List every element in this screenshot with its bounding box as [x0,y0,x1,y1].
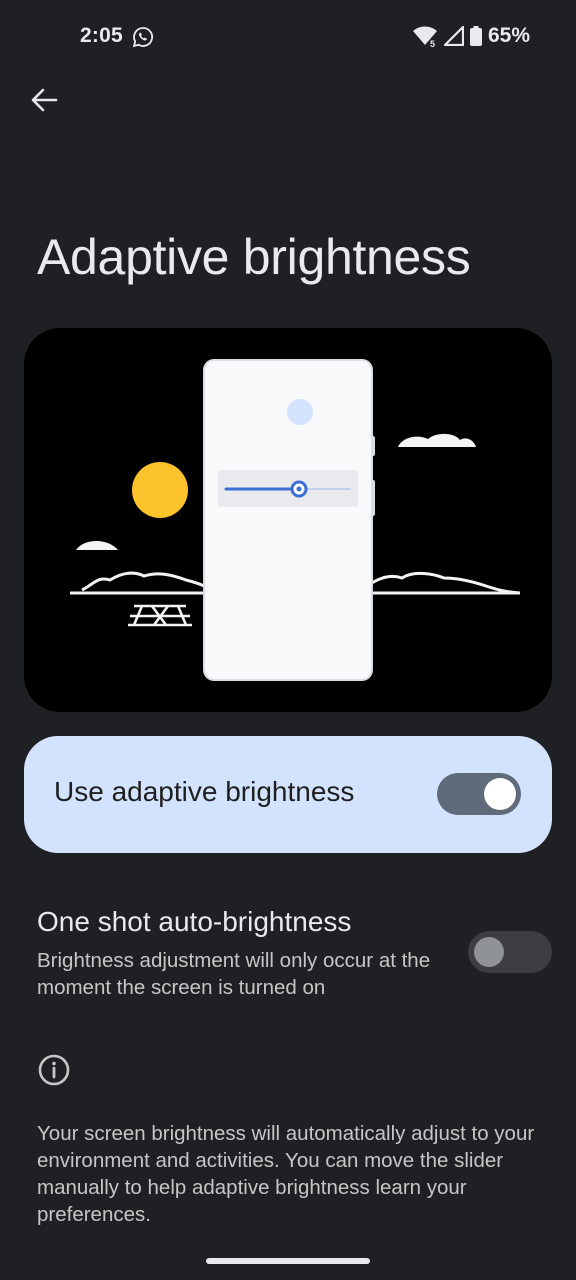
adaptive-brightness-label: Use adaptive brightness [54,776,355,807]
cloud-icon [76,541,118,550]
battery-percentage: 65% [487,24,530,47]
battery-icon [469,26,482,46]
gesture-nav-handle[interactable] [206,1258,370,1264]
adaptive-brightness-row[interactable]: Use adaptive brightness [24,736,552,853]
whatsapp-icon [132,27,154,48]
toggle-knob [484,778,516,810]
one-shot-title: One shot auto-brightness [37,906,352,937]
toggle-knob [474,937,504,967]
one-shot-toggle[interactable] [468,931,552,973]
illustration-art [70,359,521,681]
page-title: Adaptive brightness [37,229,471,285]
network-badge: 5 [430,39,435,47]
picnic-table-icon [128,604,192,627]
brightness-illustration [24,328,552,712]
status-bar: 2:05 5 65% [0,0,576,74]
cloud-icon [398,433,476,447]
phone-mockup [203,359,375,681]
hills-left [81,571,205,592]
adaptive-brightness-toggle[interactable] [437,773,521,815]
wifi-icon: 5 [412,26,437,47]
cellular-signal-icon [443,26,464,46]
footer-description: Your screen brightness will automaticall… [37,1122,535,1226]
status-icons: 5 65% [412,24,530,48]
status-time: 2:05 [80,24,123,47]
arrow-left-icon [31,88,58,112]
sun-icon [132,462,188,518]
one-shot-description: Brightness adjustment will only occur at… [37,949,431,999]
info-icon [38,1054,70,1086]
back-button[interactable] [24,80,64,120]
hills-right [369,571,521,595]
